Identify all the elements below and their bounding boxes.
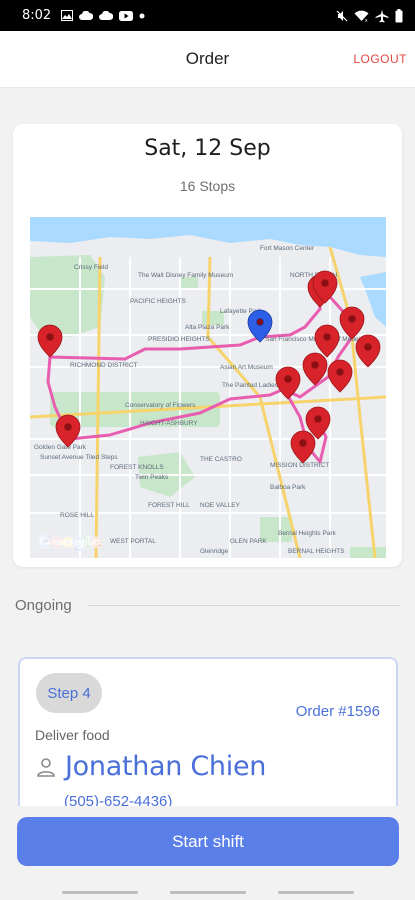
dot-icon bbox=[139, 13, 145, 19]
step-badge: Step 4 bbox=[36, 673, 102, 713]
map-label: PRESIDIO HEIGHTS bbox=[148, 336, 210, 343]
status-time: 8:02 bbox=[22, 8, 52, 23]
step-card[interactable]: Step 4 Order #1596 Deliver food Jonathan… bbox=[18, 657, 398, 827]
nav-home[interactable] bbox=[169, 890, 246, 894]
airplane-icon bbox=[375, 9, 389, 23]
order-number[interactable]: Order #1596 bbox=[296, 703, 380, 720]
svg-text:x: x bbox=[365, 18, 368, 22]
step-type: Deliver food bbox=[35, 727, 110, 743]
map-label: PACIFIC HEIGHTS bbox=[130, 298, 187, 305]
stops-count: 16 Stops bbox=[179, 178, 236, 194]
map-label: MISSION DISTRICT bbox=[270, 462, 329, 469]
nav-back[interactable] bbox=[277, 890, 354, 894]
map-label: Alta Plaza Park bbox=[185, 324, 230, 331]
status-right: x bbox=[336, 8, 403, 23]
system-navigation-bar bbox=[0, 884, 415, 900]
cloud-icon bbox=[99, 10, 114, 21]
map-label: Balboa Park bbox=[270, 484, 306, 491]
map-label: Bernal Heights Park bbox=[278, 530, 337, 537]
map-label: FOREST KNOLLS bbox=[110, 464, 164, 471]
route-summary-card: Sat, 12 Sep 16 Stops Crissy Field Fort M… bbox=[13, 124, 402, 567]
map-label: Crissy Field bbox=[74, 264, 108, 271]
divider bbox=[87, 604, 400, 606]
map-label: Glenridge bbox=[200, 548, 229, 555]
customer-name: Jonathan Chien bbox=[65, 751, 267, 782]
google-attribution: Google bbox=[38, 532, 102, 552]
map-canvas[interactable]: Crissy Field Fort Mason Center The Walt … bbox=[30, 217, 386, 558]
route-map[interactable]: Crissy Field Fort Mason Center The Walt … bbox=[30, 217, 386, 558]
map-label: Twin Peaks bbox=[135, 474, 169, 481]
ongoing-section-header: Ongoing bbox=[15, 594, 400, 616]
map-label: WEST PORTAL bbox=[110, 538, 156, 545]
cloud-icon bbox=[79, 10, 94, 21]
map-label: Conservatory of Flowers bbox=[125, 402, 196, 409]
map-label: Sunset Avenue Tiled Steps bbox=[40, 454, 118, 461]
start-shift-button[interactable]: Start shift bbox=[17, 817, 399, 866]
image-icon bbox=[61, 10, 74, 21]
mute-icon bbox=[336, 10, 348, 22]
youtube-icon bbox=[119, 10, 134, 21]
page-title: Order bbox=[185, 49, 230, 68]
battery-icon bbox=[395, 8, 403, 23]
section-label: Ongoing bbox=[15, 596, 72, 614]
map-label: ROSE HILL bbox=[60, 512, 94, 519]
map-label: Fort Mason Center bbox=[260, 245, 315, 252]
map-label: THE CASTRO bbox=[200, 456, 242, 463]
map-label: The Walt Disney Family Museum bbox=[138, 272, 233, 279]
route-date: Sat, 12 Sep bbox=[144, 136, 271, 161]
logout-button[interactable]: LOGOUT bbox=[353, 52, 407, 66]
status-bar: 8:02 x bbox=[0, 0, 415, 31]
map-label: NOE VALLEY bbox=[200, 502, 241, 509]
nav-recents[interactable] bbox=[61, 890, 138, 894]
wifi-icon: x bbox=[354, 10, 369, 22]
customer-row: Jonathan Chien bbox=[35, 751, 266, 782]
map-label: GLEN PARK bbox=[230, 538, 267, 545]
map-label: HAIGHT-ASHBURY bbox=[140, 420, 198, 427]
map-label: FOREST HILL bbox=[148, 502, 190, 509]
map-label: The Painted Ladies bbox=[222, 382, 279, 389]
app-bar: Order LOGOUT bbox=[0, 31, 415, 88]
map-label: Golden Gate Park bbox=[34, 444, 87, 451]
google-logo-text: Google bbox=[38, 532, 102, 552]
map-label: Asian Art Museum bbox=[220, 364, 273, 371]
person-icon bbox=[35, 756, 57, 778]
map-label: BERNAL HEIGHTS bbox=[288, 548, 345, 555]
map-label: RICHMOND DISTRICT bbox=[70, 362, 138, 369]
status-left: 8:02 bbox=[22, 8, 145, 23]
